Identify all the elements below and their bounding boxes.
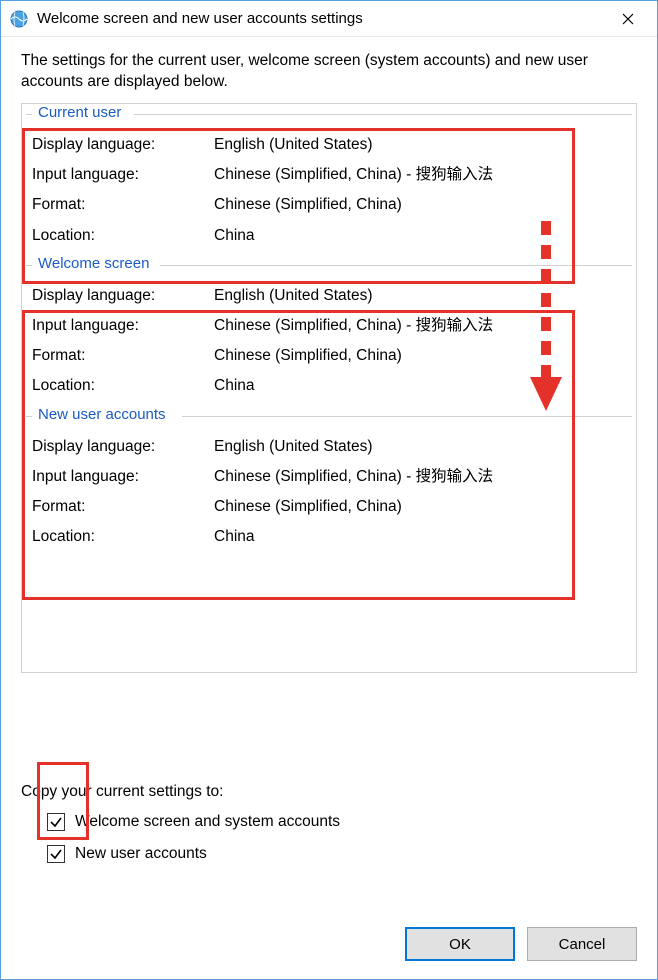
row-input-language: Input language: Chinese (Simplified, Chi… [32,462,626,492]
label-display-language: Display language: [32,130,214,160]
value-format: Chinese (Simplified, China) [214,190,626,220]
value-format: Chinese (Simplified, China) [214,492,626,522]
value-display-language: English (United States) [214,432,626,462]
settings-panel: Current user Display language: English (… [21,103,637,673]
checkbox-welcome-screen-label: Welcome screen and system accounts [75,813,340,831]
row-display-language: Display language: English (United States… [32,432,626,462]
legend-current-user: Current user [32,104,127,121]
close-icon [622,13,634,25]
value-format: Chinese (Simplified, China) [214,341,626,371]
value-location: China [214,522,626,552]
row-display-language: Display language: English (United States… [32,130,626,160]
copy-title: Copy your current settings to: [21,783,621,801]
value-display-language: English (United States) [214,130,626,160]
group-welcome-screen: Welcome screen Display language: English… [22,255,636,406]
intro-text: The settings for the current user, welco… [21,51,637,93]
checkbox-new-user-label: New user accounts [75,845,207,863]
label-format: Format: [32,190,214,220]
row-location: Location: China [32,371,626,401]
row-format: Format: Chinese (Simplified, China) [32,492,626,522]
globe-icon [9,9,29,29]
row-display-language: Display language: English (United States… [32,281,626,311]
label-display-language: Display language: [32,281,214,311]
row-format: Format: Chinese (Simplified, China) [32,190,626,220]
label-location: Location: [32,522,214,552]
label-location: Location: [32,371,214,401]
label-display-language: Display language: [32,432,214,462]
checkmark-icon [49,815,63,829]
row-input-language: Input language: Chinese (Simplified, Chi… [32,160,626,190]
ok-button[interactable]: OK [405,927,515,961]
titlebar: Welcome screen and new user accounts set… [1,1,657,37]
close-button[interactable] [605,1,651,36]
checkmark-icon [49,847,63,861]
row-location: Location: China [32,221,626,251]
group-new-user-accounts: New user accounts Display language: Engl… [22,406,636,557]
label-input-language: Input language: [32,462,214,492]
legend-new-user-accounts: New user accounts [32,406,172,423]
cancel-button[interactable]: Cancel [527,927,637,961]
label-input-language: Input language: [32,311,214,341]
value-input-language: Chinese (Simplified, China) - 搜狗输入法 [214,160,626,190]
value-location: China [214,221,626,251]
row-location: Location: China [32,522,626,552]
row-input-language: Input language: Chinese (Simplified, Chi… [32,311,626,341]
checkbox-welcome-screen[interactable] [47,813,65,831]
legend-welcome-screen: Welcome screen [32,255,155,272]
label-input-language: Input language: [32,160,214,190]
row-format: Format: Chinese (Simplified, China) [32,341,626,371]
checkbox-new-user[interactable] [47,845,65,863]
value-input-language: Chinese (Simplified, China) - 搜狗输入法 [214,462,626,492]
value-input-language: Chinese (Simplified, China) - 搜狗输入法 [214,311,626,341]
content-area: The settings for the current user, welco… [1,37,657,673]
label-format: Format: [32,341,214,371]
value-display-language: English (United States) [214,281,626,311]
checkbox-new-user-row[interactable]: New user accounts [47,845,621,863]
value-location: China [214,371,626,401]
checkbox-welcome-screen-row[interactable]: Welcome screen and system accounts [47,813,621,831]
label-format: Format: [32,492,214,522]
window-title: Welcome screen and new user accounts set… [37,10,605,27]
group-current-user: Current user Display language: English (… [22,104,636,255]
label-location: Location: [32,221,214,251]
copy-section: Copy your current settings to: Welcome s… [21,783,621,877]
button-bar: OK Cancel [405,927,637,961]
